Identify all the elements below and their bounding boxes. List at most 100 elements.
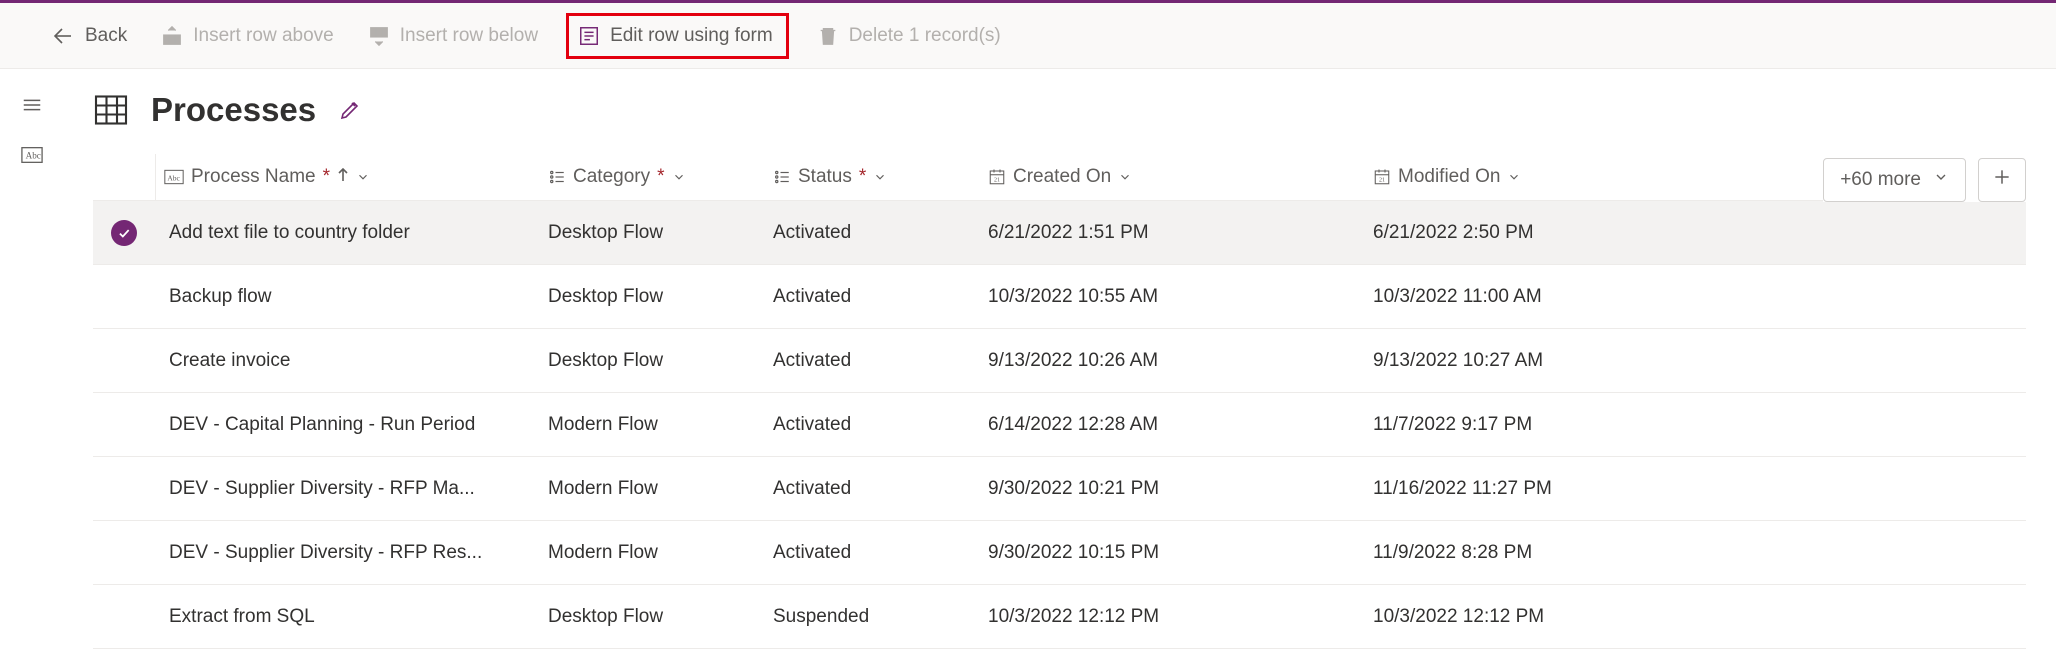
row-select-cell[interactable] [93, 585, 155, 649]
spacer-cell [1745, 201, 2026, 265]
status-cell[interactable]: Activated [765, 457, 980, 521]
insert-row-below-label: Insert row below [400, 25, 538, 47]
page-title: Processes [151, 91, 316, 129]
modified-on-header[interactable]: 21 Modified On [1365, 154, 1745, 201]
name-cell[interactable]: Create invoice [155, 329, 540, 393]
modified-cell[interactable]: 9/13/2022 10:27 AM [1365, 329, 1745, 393]
svg-text:Abc: Abc [25, 151, 40, 161]
category-cell[interactable]: Modern Flow [540, 521, 765, 585]
table-row[interactable]: DEV - Supplier Diversity - RFP Res...Mod… [93, 521, 2026, 585]
edit-row-form-button[interactable]: Edit row using form [566, 13, 789, 59]
status-cell[interactable]: Activated [765, 201, 980, 265]
delete-records-button: Delete 1 record(s) [811, 19, 1007, 53]
row-select-cell[interactable] [93, 521, 155, 585]
table-header-controls: +60 more [1823, 158, 2026, 202]
sort-asc-icon [337, 166, 349, 188]
modified-on-header-label: Modified On [1398, 166, 1500, 188]
text-field-icon[interactable]: Abc [21, 146, 43, 164]
more-columns-button[interactable]: +60 more [1823, 158, 1966, 202]
row-select-cell[interactable] [93, 393, 155, 457]
status-header[interactable]: Status * [765, 154, 980, 201]
name-cell[interactable]: Add text file to country folder [155, 201, 540, 265]
created-cell[interactable]: 6/14/2022 12:28 AM [980, 393, 1365, 457]
svg-text:21: 21 [1379, 178, 1385, 184]
modified-cell[interactable]: 11/16/2022 11:27 PM [1365, 457, 1745, 521]
command-bar: Back Insert row above Insert row below E… [0, 3, 2056, 69]
modified-cell[interactable]: 11/7/2022 9:17 PM [1365, 393, 1745, 457]
table-row[interactable]: Create invoiceDesktop FlowActivated9/13/… [93, 329, 2026, 393]
edit-pencil-icon[interactable] [338, 98, 362, 122]
status-header-label: Status [798, 166, 852, 188]
status-cell[interactable]: Activated [765, 329, 980, 393]
modified-cell[interactable]: 6/21/2022 2:50 PM [1365, 201, 1745, 265]
category-cell[interactable]: Modern Flow [540, 457, 765, 521]
created-cell[interactable]: 10/3/2022 10:55 AM [980, 265, 1365, 329]
back-button[interactable]: Back [45, 18, 133, 54]
date-column-icon: 21 [988, 168, 1006, 186]
optionset-column-icon [773, 168, 791, 186]
status-cell[interactable]: Activated [765, 521, 980, 585]
category-header[interactable]: Category * [540, 154, 765, 201]
table-row[interactable]: Backup flowDesktop FlowActivated10/3/202… [93, 265, 2026, 329]
back-label: Back [85, 25, 127, 47]
date-column-icon: 21 [1373, 168, 1391, 186]
spacer-cell [1745, 457, 2026, 521]
chevron-down-icon [1933, 169, 1949, 191]
svg-text:Abc: Abc [167, 173, 180, 182]
created-on-header-label: Created On [1013, 166, 1111, 188]
name-cell[interactable]: DEV - Capital Planning - Run Period [155, 393, 540, 457]
spacer-cell [1745, 521, 2026, 585]
spacer-cell [1745, 393, 2026, 457]
table-row[interactable]: Extract from SQLDesktop FlowSuspended10/… [93, 585, 2026, 649]
page-title-row: Processes [93, 91, 2026, 129]
required-marker: * [657, 166, 664, 188]
created-cell[interactable]: 6/21/2022 1:51 PM [980, 201, 1365, 265]
required-marker: * [859, 166, 866, 188]
table-row[interactable]: Add text file to country folderDesktop F… [93, 201, 2026, 265]
name-cell[interactable]: DEV - Supplier Diversity - RFP Res... [155, 521, 540, 585]
category-cell[interactable]: Desktop Flow [540, 201, 765, 265]
insert-row-below-icon [368, 25, 390, 47]
created-on-header[interactable]: 21 Created On [980, 154, 1365, 201]
row-select-cell[interactable] [93, 329, 155, 393]
spacer-cell [1745, 329, 2026, 393]
table-row[interactable]: DEV - Supplier Diversity - RFP Ma...Mode… [93, 457, 2026, 521]
status-cell[interactable]: Activated [765, 393, 980, 457]
optionset-column-icon [548, 168, 566, 186]
insert-row-above-button: Insert row above [155, 19, 339, 53]
header-row: Abc Process Name * [93, 154, 2026, 201]
row-select-cell[interactable] [93, 201, 155, 265]
required-marker: * [323, 166, 330, 188]
name-cell[interactable]: DEV - Supplier Diversity - RFP Ma... [155, 457, 540, 521]
add-column-button[interactable] [1978, 158, 2026, 202]
row-select-cell[interactable] [93, 457, 155, 521]
insert-row-above-icon [161, 25, 183, 47]
modified-cell[interactable]: 10/3/2022 11:00 AM [1365, 265, 1745, 329]
table-row[interactable]: DEV - Capital Planning - Run PeriodModer… [93, 393, 2026, 457]
modified-cell[interactable]: 10/3/2022 12:12 PM [1365, 585, 1745, 649]
created-cell[interactable]: 9/30/2022 10:21 PM [980, 457, 1365, 521]
created-cell[interactable]: 10/3/2022 12:12 PM [980, 585, 1365, 649]
category-cell[interactable]: Desktop Flow [540, 585, 765, 649]
name-cell[interactable]: Backup flow [155, 265, 540, 329]
chevron-down-icon [356, 170, 370, 184]
created-cell[interactable]: 9/13/2022 10:26 AM [980, 329, 1365, 393]
status-cell[interactable]: Suspended [765, 585, 980, 649]
data-grid: Abc Process Name * [93, 154, 2026, 649]
created-cell[interactable]: 9/30/2022 10:15 PM [980, 521, 1365, 585]
process-name-header[interactable]: Abc Process Name * [155, 154, 540, 201]
form-icon [578, 25, 600, 47]
status-cell[interactable]: Activated [765, 265, 980, 329]
category-cell[interactable]: Desktop Flow [540, 265, 765, 329]
checked-radio-icon [111, 220, 137, 246]
modified-cell[interactable]: 11/9/2022 8:28 PM [1365, 521, 1745, 585]
category-cell[interactable]: Desktop Flow [540, 329, 765, 393]
edit-row-form-label: Edit row using form [610, 25, 773, 47]
row-select-cell[interactable] [93, 265, 155, 329]
hamburger-icon[interactable] [21, 94, 43, 116]
name-cell[interactable]: Extract from SQL [155, 585, 540, 649]
text-column-icon: Abc [164, 169, 184, 185]
select-all-header[interactable] [93, 154, 155, 201]
category-cell[interactable]: Modern Flow [540, 393, 765, 457]
category-header-label: Category [573, 166, 650, 188]
